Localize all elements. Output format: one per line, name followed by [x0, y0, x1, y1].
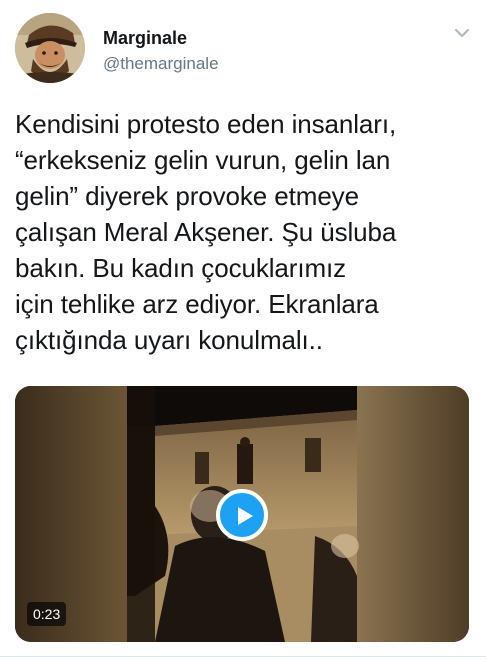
author-display-name[interactable]: Marginale — [103, 27, 187, 49]
video-duration-badge: 0:23 — [27, 602, 67, 626]
author-handle[interactable]: @themarginale — [103, 53, 219, 75]
avatar[interactable] — [15, 13, 85, 83]
profile-avatar-illustration — [15, 13, 85, 83]
divider — [0, 656, 486, 657]
play-button[interactable] — [216, 489, 268, 541]
tweet-card: Marginale @themarginale Kendisini protes… — [0, 0, 486, 660]
tweet-text: Kendisini protesto eden insanları, “erke… — [15, 109, 397, 355]
video-player[interactable]: 0:23 — [15, 386, 469, 642]
play-icon — [238, 507, 253, 525]
chevron-down-icon[interactable] — [451, 22, 473, 44]
